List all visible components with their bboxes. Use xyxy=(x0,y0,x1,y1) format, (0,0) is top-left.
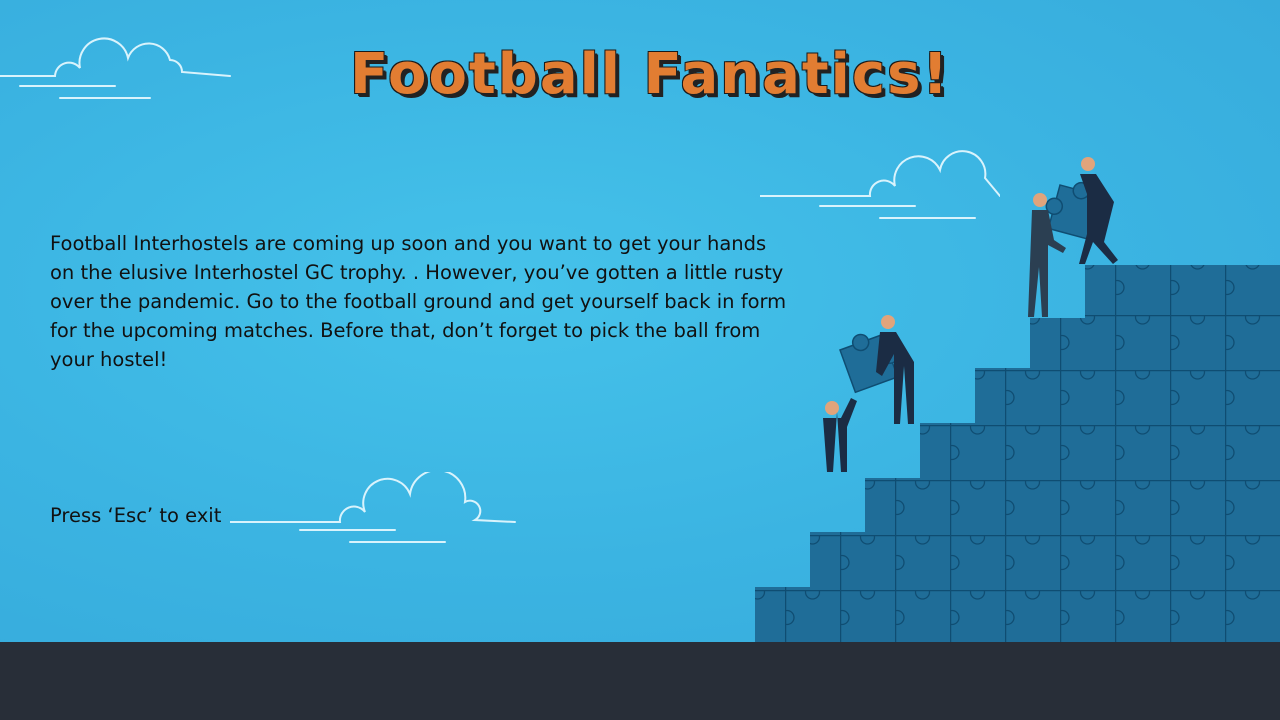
story-text: Football Interhostels are coming up soon… xyxy=(50,232,787,371)
exit-instruction: Press ‘Esc’ to exit xyxy=(50,504,222,527)
game-title: Football Fanatics! xyxy=(350,42,950,107)
title-screen: Football Fanatics! Football Interhostels… xyxy=(0,0,1280,642)
businessman-icon xyxy=(876,315,914,424)
puzzle-staircase-illustration xyxy=(755,157,1280,642)
ground-bar xyxy=(0,642,1280,720)
cloud-icon xyxy=(230,472,516,543)
businessman-icon xyxy=(823,398,857,472)
